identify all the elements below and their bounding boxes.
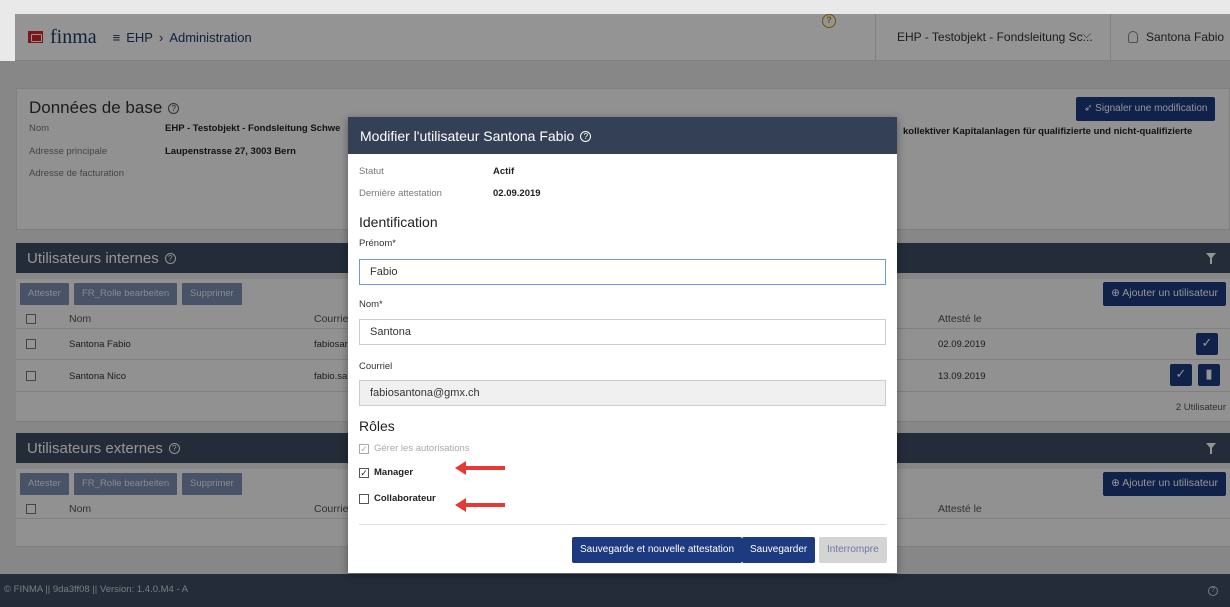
email-input: fabiosantona@gmx.ch bbox=[359, 380, 886, 406]
lastname-label: Nom* bbox=[359, 299, 383, 310]
role-manager-label[interactable]: Manager bbox=[374, 467, 413, 478]
firstname-label: Prénom* bbox=[359, 238, 396, 249]
status-value: Actif bbox=[493, 166, 515, 177]
save-and-attest-button[interactable]: Sauvegarde et nouvelle attestation bbox=[572, 537, 742, 563]
last-attest-label: Dernière attestation bbox=[359, 188, 442, 199]
modal-backdrop-top bbox=[15, 14, 1230, 61]
dialog-header: Modifier l'utilisateur Santona Fabio? bbox=[348, 117, 897, 154]
annotation-arrow bbox=[455, 461, 505, 475]
status-label: Statut bbox=[359, 166, 384, 177]
help-icon[interactable]: ? bbox=[580, 131, 592, 142]
firstname-input[interactable]: Fabio bbox=[359, 259, 886, 285]
dialog-title: Modifier l'utilisateur Santona Fabio bbox=[360, 128, 575, 144]
role-manager-checkbox[interactable]: ✓ bbox=[359, 468, 369, 478]
role-admin-checkbox: ✓ bbox=[359, 444, 369, 454]
role-collab-label[interactable]: Collaborateur bbox=[374, 493, 436, 504]
cancel-button[interactable]: Interrompre bbox=[819, 537, 887, 563]
annotation-arrow bbox=[455, 498, 505, 512]
save-button[interactable]: Sauvegarder bbox=[742, 537, 816, 563]
identification-heading: Identification bbox=[359, 214, 438, 230]
lastname-input[interactable]: Santona bbox=[359, 319, 886, 345]
last-attest-value: 02.09.2019 bbox=[493, 188, 541, 199]
edit-user-dialog: Modifier l'utilisateur Santona Fabio? St… bbox=[348, 117, 897, 573]
role-admin-label: Gérer les autorisations bbox=[374, 443, 470, 454]
roles-heading: Rôles bbox=[359, 418, 395, 434]
divider bbox=[359, 524, 886, 525]
role-collab-checkbox[interactable] bbox=[359, 494, 369, 504]
email-label: Courriel bbox=[359, 361, 393, 372]
